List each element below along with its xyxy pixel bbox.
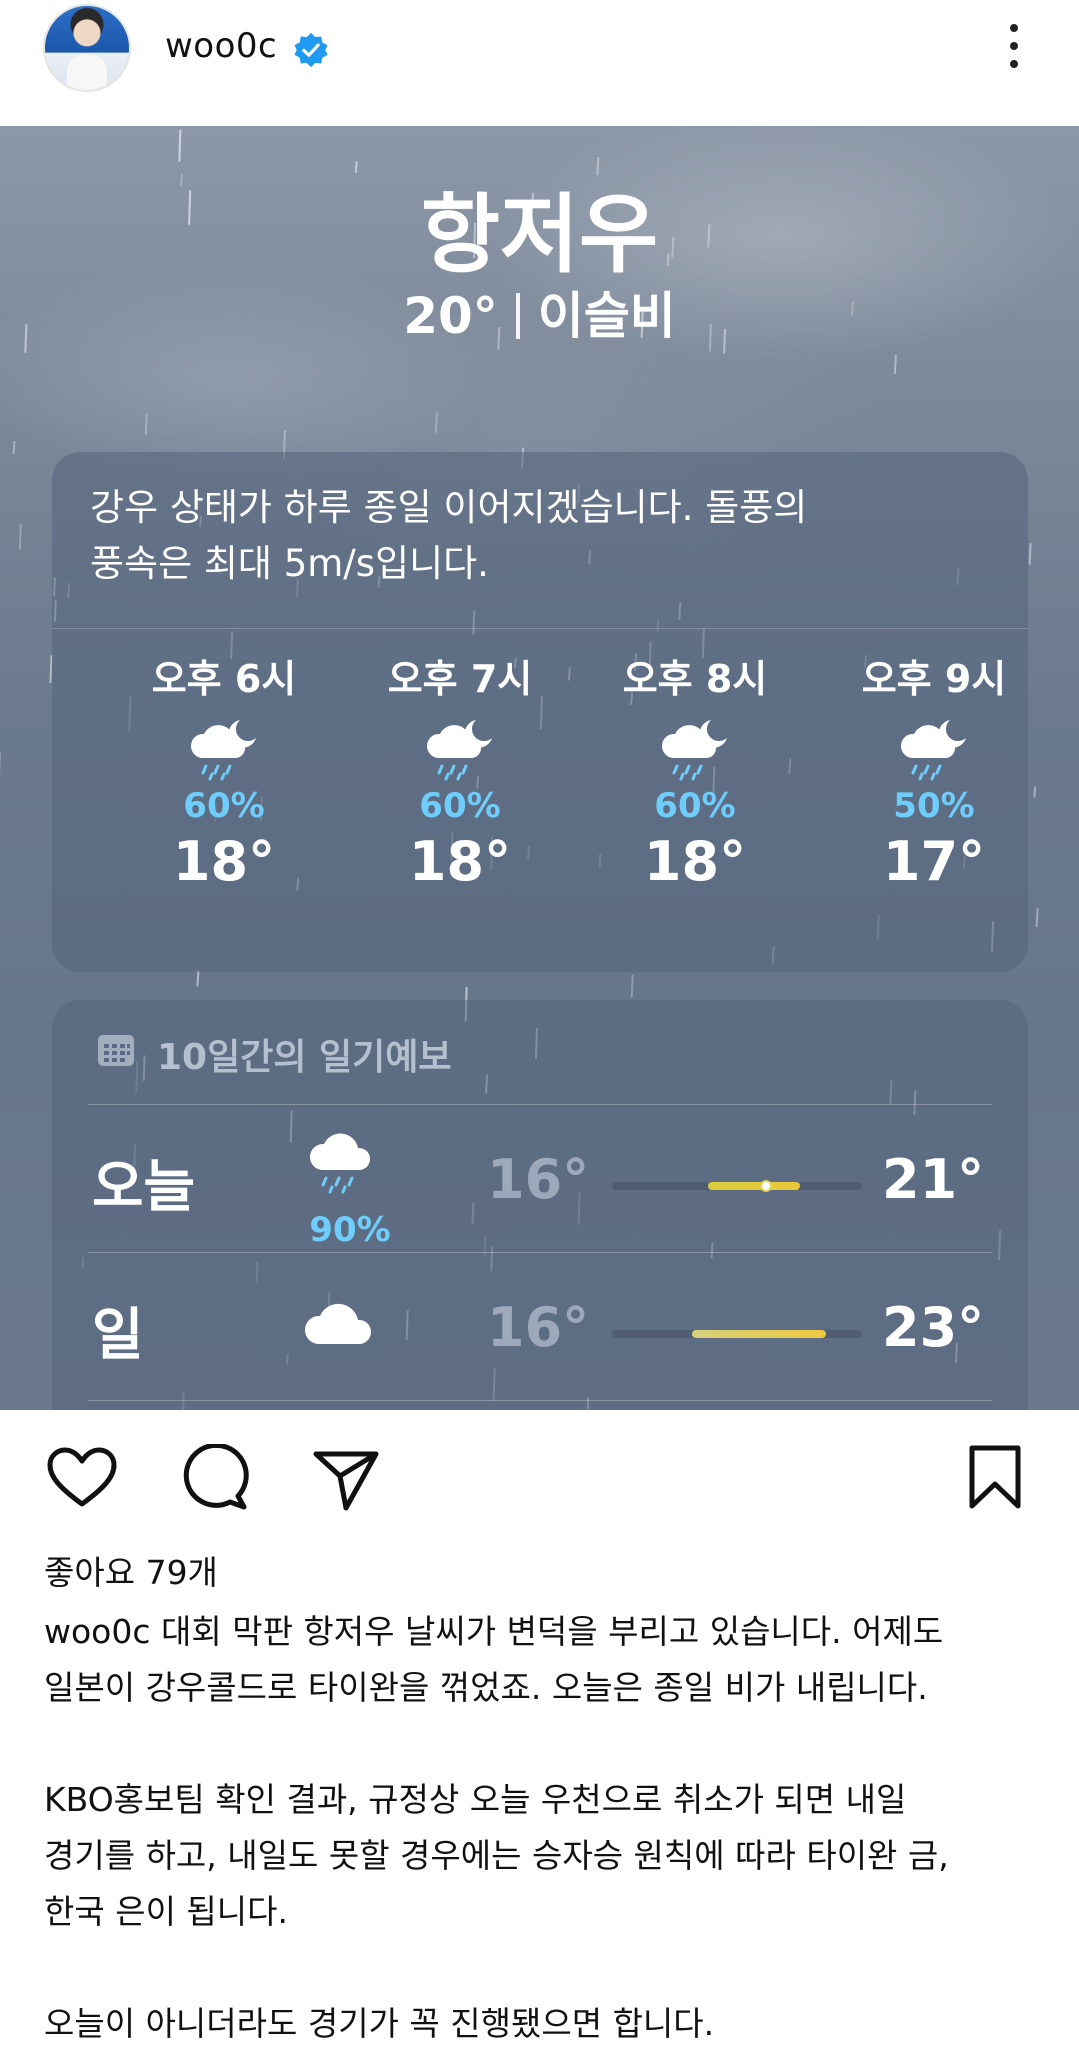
- caption-text: 일본이 강우콜드로 타이완을 꺾었죠. 오늘은 종일 비가 내립니다.: [44, 1668, 928, 1707]
- more-vertical-icon[interactable]: [998, 20, 1030, 76]
- summary-line: 강우 상태가 하루 종일 이어지겠습니다. 돌풍의: [90, 486, 808, 529]
- current-temp-dot: [760, 1180, 772, 1192]
- hourly-forecast-card: 강우 상태가 하루 종일 이어지겠습니다. 돌풍의 풍속은 최대 5m/s입니다…: [52, 452, 1028, 972]
- raindrop: [196, 970, 200, 987]
- temperature-range-fill: [708, 1182, 800, 1190]
- heart-icon[interactable]: [46, 1446, 118, 1510]
- summary-line: 풍속은 최대 5m/s입니다.: [90, 542, 489, 585]
- hour-time: 오후 6시: [151, 657, 297, 701]
- avatar[interactable]: [43, 4, 131, 92]
- cloud-moon-rain-icon: [426, 720, 492, 781]
- forecast-title: 10일간의 일기예보: [157, 1037, 452, 1078]
- forecast-low: 16°: [487, 1296, 590, 1359]
- hour-temp: 18°: [172, 830, 276, 893]
- cloud-moon-rain-icon: [900, 720, 966, 781]
- forecast-row: 일 16° 23°: [52, 1252, 1028, 1400]
- post-actions: [0, 1410, 1079, 1550]
- bookmark-icon[interactable]: [966, 1444, 1024, 1512]
- weather-city: 항저우: [420, 185, 659, 285]
- raindrop: [12, 440, 16, 455]
- likes-count[interactable]: 좋아요 79개: [44, 1546, 218, 1594]
- raindrop: [1035, 908, 1039, 927]
- post-header: woo0c: [0, 0, 1079, 126]
- hour-item: 오후 6시 60% 18°: [104, 648, 344, 893]
- temperature-range-bar: [612, 1180, 862, 1192]
- forecast-row: 오늘 90% 16° 21°: [52, 1104, 1028, 1252]
- forecast-day: 오늘: [92, 1155, 196, 1220]
- caption-text: 대회 막판 항저우 날씨가 변덕을 부리고 있습니다. 어제도: [161, 1612, 944, 1651]
- cloud-rain-icon: [309, 1133, 371, 1194]
- raindrop: [893, 354, 897, 375]
- username[interactable]: woo0c: [165, 26, 277, 66]
- hour-temp: 17°: [882, 830, 986, 893]
- hour-item: 오후 7시 60% 18°: [340, 648, 580, 893]
- comment-icon[interactable]: [180, 1444, 250, 1512]
- current-temp: 20°: [403, 287, 498, 345]
- temperature-range-fill: [692, 1330, 826, 1338]
- hour-precip: 50%: [893, 786, 975, 826]
- send-icon[interactable]: [312, 1448, 380, 1512]
- cloud-moon-rain-icon: [190, 720, 256, 781]
- post-caption: woo0c 대회 막판 항저우 날씨가 변덕을 부리고 있습니다. 어제도 일본…: [44, 1604, 1034, 2052]
- hour-item: 오후 8시 60% 18°: [575, 648, 815, 893]
- temperature-range-bar: [612, 1330, 862, 1338]
- calendar-icon: [98, 1035, 134, 1066]
- verified-badge-icon: [294, 32, 328, 68]
- hour-time: 오후 9시: [861, 657, 1007, 701]
- cloud-moon-rain-icon: [661, 720, 727, 781]
- hour-precip: 60%: [419, 786, 501, 826]
- post-image-weather: 항저우 20° 이슬비 강우 상태가 하루 종일 이어지겠습니다. 돌풍의 풍속은…: [0, 126, 1079, 1410]
- raindrop: [144, 413, 148, 436]
- forecast-precip: 90%: [309, 1210, 391, 1250]
- hour-precip: 60%: [654, 786, 736, 826]
- current-condition: 이슬비: [537, 287, 676, 345]
- caption-text: KBO홍보팀 확인 결과, 규정상 오늘 우천으로 취소가 되면 내일: [44, 1780, 907, 1819]
- raindrop: [1028, 543, 1032, 565]
- hour-temp: 18°: [408, 830, 512, 893]
- hour-time: 오후 7시: [387, 657, 533, 701]
- raindrop: [18, 523, 22, 550]
- hour-temp: 18°: [643, 830, 747, 893]
- forecast-high: 21°: [882, 1148, 985, 1211]
- raindrop: [178, 129, 182, 162]
- raindrop: [630, 974, 634, 998]
- hour-time: 오후 8시: [622, 657, 768, 701]
- forecast-high: 23°: [882, 1296, 985, 1359]
- weather-summary: 강우 상태가 하루 종일 이어지겠습니다. 돌풍의 풍속은 최대 5m/s입니다…: [90, 480, 990, 592]
- forecast-low: 16°: [487, 1148, 590, 1211]
- caption-text: 한국 은이 됩니다.: [44, 1892, 288, 1931]
- hour-item: 오후 9시 50% 17°: [814, 648, 1054, 893]
- divider: [52, 628, 1028, 629]
- caption-username[interactable]: woo0c: [44, 1612, 151, 1651]
- divider: [515, 293, 520, 339]
- hour-precip: 60%: [183, 786, 265, 826]
- caption-text: 오늘이 아니더라도 경기가 꼭 진행됐으면 합니다.: [44, 2004, 715, 2043]
- ten-day-forecast-card: 10일간의 일기예보 오늘 90% 16° 21° 일 16° 23°: [52, 1000, 1028, 1410]
- forecast-day: 일: [92, 1303, 144, 1368]
- caption-text: 경기를 하고, 내일도 못할 경우에는 승자승 원칙에 따라 타이완 금,: [44, 1836, 949, 1875]
- weather-current: 20° 이슬비: [0, 276, 1079, 348]
- raindrop: [434, 412, 438, 433]
- divider: [88, 1400, 992, 1401]
- cloud-icon: [304, 1303, 372, 1344]
